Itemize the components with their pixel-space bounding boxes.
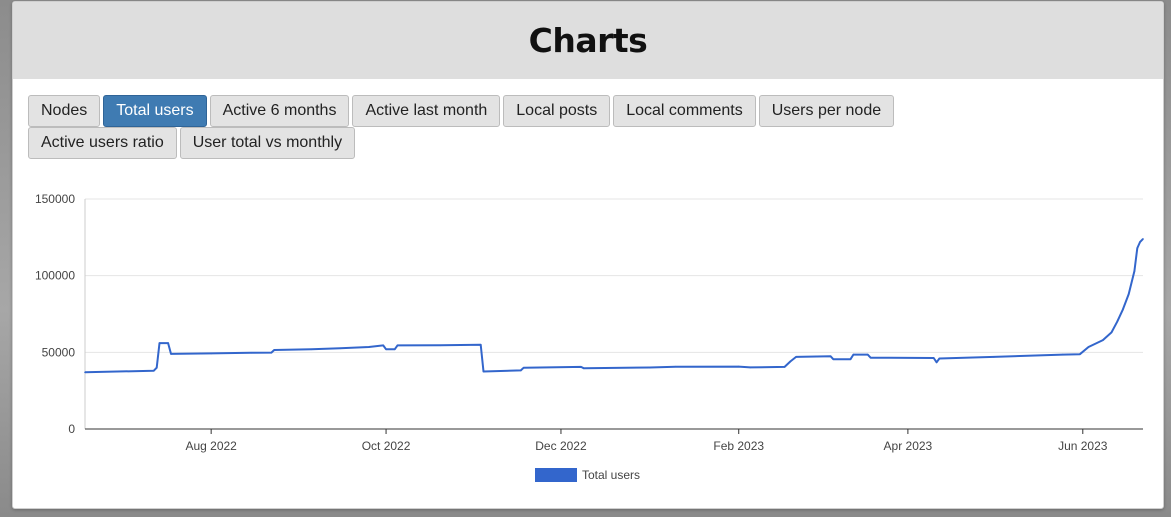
charts-panel: Charts Nodes Total users Active 6 months… [12,1,1164,509]
data-point [482,370,485,373]
data-point [479,343,482,346]
data-point [210,352,212,355]
y-tick-label: 100000 [35,269,75,283]
data-point [935,361,938,364]
legend: Total users [535,468,640,482]
data-point [1087,346,1090,348]
x-tick-label: Feb 2023 [713,439,764,453]
data-point [795,356,797,358]
chart-area: 0 50000 100000 150000 Aug 2022 Oct 2022 Dec 20… [13,2,1163,508]
legend-label-total-users: Total users [582,468,640,482]
y-tick-label: 50000 [42,345,76,359]
data-point [737,365,740,368]
data-point [439,344,442,347]
data-point [1116,320,1118,323]
data-point [869,356,872,359]
data-point [270,351,273,354]
y-tick-label: 150000 [35,192,75,206]
data-point [783,366,786,368]
data-point [273,349,276,351]
data-point [993,356,995,358]
data-point [749,366,751,369]
data-point [522,366,525,369]
data-point [932,357,935,359]
data-point [849,358,852,361]
data-point [368,346,370,348]
data-point [382,344,385,347]
data-point [520,369,522,372]
data-point [393,348,396,351]
data-point [385,348,387,351]
data-point [832,358,835,361]
data-point [1133,270,1136,272]
data-point [1142,238,1144,240]
data-point [829,355,832,358]
axes: 0 50000 100000 150000 Aug 2022 Oct 2022 Dec 20… [35,192,1143,453]
data-point [158,342,161,344]
x-tick-label: Aug 2022 [185,439,237,453]
x-tick-label: Jun 2023 [1058,439,1108,453]
legend-swatch [535,468,577,482]
data-point [1127,293,1130,295]
data-point [84,371,86,374]
data-point [1079,353,1081,356]
data-point [1139,241,1141,243]
data-point [1061,353,1064,356]
total-users-chart: 0 50000 100000 150000 Aug 2022 Oct 2022 Dec 20… [35,192,1144,482]
x-tick-label: Dec 2022 [535,439,587,453]
data-point [167,342,169,344]
data-point [852,353,855,356]
data-point [155,366,158,369]
data-point [583,367,585,370]
x-tick-label: Apr 2023 [884,439,933,453]
data-point [339,347,342,350]
y-tick-label: 0 [68,422,75,436]
data-point [1102,339,1104,341]
data-point [170,353,172,355]
data-point [938,357,941,360]
data-point [250,352,253,354]
data-point [396,344,399,347]
gridlines [85,198,1143,430]
data-point [789,360,792,363]
data-point [649,366,651,369]
data-point [1122,308,1124,311]
data-point [310,348,313,351]
data-point [674,365,677,368]
x-tick-label: Oct 2022 [362,439,411,453]
data-point [1136,247,1139,249]
data-point [866,353,869,356]
data-point [153,369,155,372]
data-point [1110,331,1113,334]
data-point [580,366,582,368]
series-layer [84,238,1144,374]
